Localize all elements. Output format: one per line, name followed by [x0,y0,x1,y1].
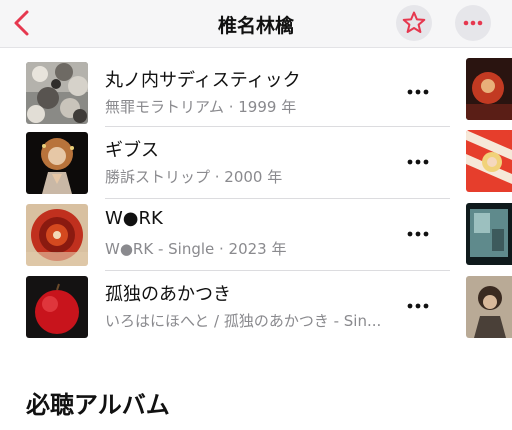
star-icon [402,11,426,33]
page-title: 椎名林檎 [217,15,294,37]
song-row[interactable]: 丸ノ内サディスティック 無罪モラトリアム · 1999 年 [0,62,450,134]
row-more-button[interactable] [405,82,431,102]
row-more-button[interactable] [405,224,431,244]
song-title: W●RK [105,208,163,229]
song-title: 孤独のあかつき [105,284,231,305]
song-row[interactable]: 孤独のあかつき いろはにほへと / 孤独のあかつき - Sin... [0,276,450,348]
song-subtitle: W●RK - Single · 2023 年 [105,240,287,258]
ellipsis-icon [407,231,429,237]
song-row[interactable]: W●RK W●RK - Single · 2023 年 [0,204,450,276]
next-column-artwork[interactable] [466,58,512,120]
song-subtitle: 無罪モラトリアム · 1999 年 [105,98,297,116]
album-artwork [26,204,88,266]
favorite-button[interactable] [396,5,432,41]
next-column-artwork[interactable] [466,130,512,192]
more-options-button[interactable] [455,5,491,41]
song-row[interactable]: ギブス 勝訴ストリップ · 2000 年 [0,132,450,204]
row-more-button[interactable] [405,152,431,172]
section-title: 必聴アルバム [26,391,170,419]
next-column-artwork[interactable] [466,203,512,265]
row-divider [105,126,450,127]
album-artwork [26,132,88,194]
row-divider [105,270,450,271]
ellipsis-icon [463,20,483,26]
row-divider [105,198,450,199]
next-column-artwork[interactable] [466,276,512,338]
album-artwork [26,276,88,338]
navigation-bar: 椎名林檎 [0,0,512,48]
song-subtitle: いろはにほへと / 孤独のあかつき - Sin... [105,312,382,330]
song-title: 丸ノ内サディスティック [105,70,301,91]
ellipsis-icon [407,303,429,309]
song-subtitle: 勝訴ストリップ · 2000 年 [105,168,283,186]
ellipsis-icon [407,89,429,95]
ellipsis-icon [407,159,429,165]
song-title: ギブス [105,140,159,161]
album-artwork [26,62,88,124]
row-more-button[interactable] [405,296,431,316]
